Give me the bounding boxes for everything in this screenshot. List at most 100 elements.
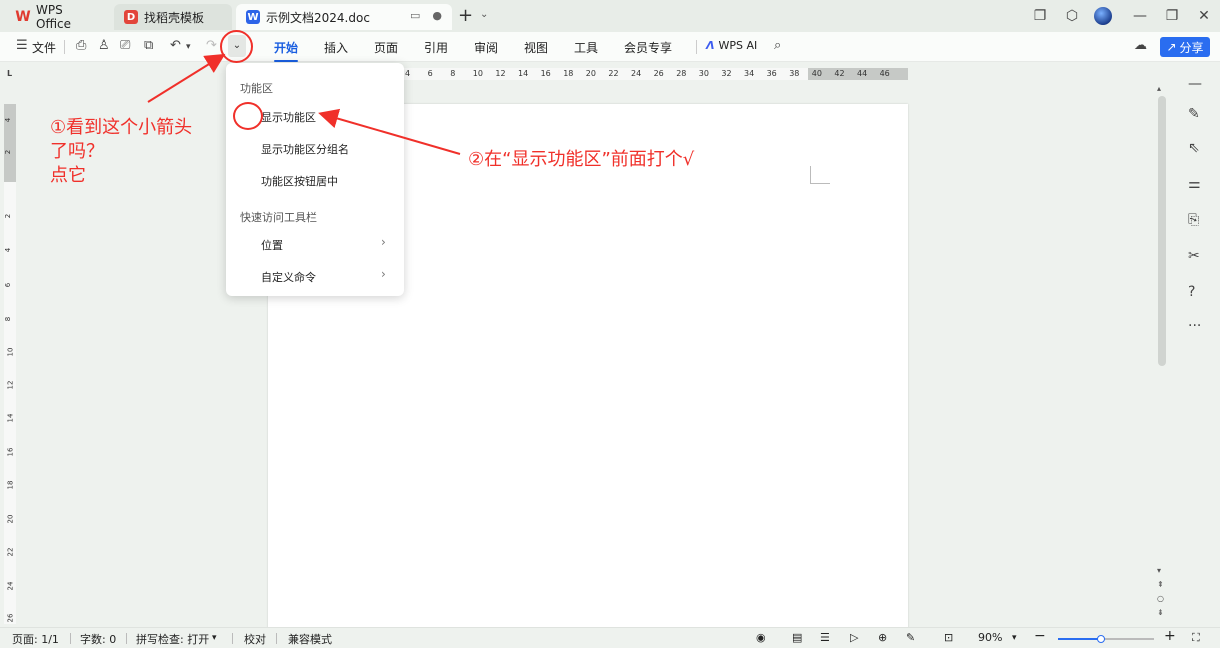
pen-icon[interactable]: ✎ [906, 631, 915, 644]
zoom-slider-knob[interactable] [1097, 635, 1105, 643]
menu-item-center-buttons[interactable]: 功能区按钮居中 [261, 173, 338, 189]
print-icon[interactable]: ⎚ [120, 38, 130, 53]
window-layout-icon[interactable]: ❐ [1024, 8, 1056, 24]
print-preview-icon[interactable]: ⧉ [144, 38, 153, 53]
ruler-tick-label: 44 [857, 69, 868, 78]
tab-insert[interactable]: 插入 [324, 39, 348, 56]
docer-logo-icon: D [124, 10, 138, 24]
ruler-tick-label: 40 [811, 69, 822, 78]
divider [64, 40, 65, 54]
annotation-circle-checkbox [233, 102, 263, 130]
tab-view[interactable]: 视图 [524, 39, 548, 56]
unsaved-dot-icon[interactable]: ● [432, 9, 442, 22]
ribbon-options-menu: 功能区 显示功能区 显示功能区分组名 功能区按钮居中 快速访问工具栏 位置 › … [226, 63, 404, 296]
wps-ai-label: WPS AI [718, 39, 758, 52]
spell-check-status[interactable]: 拼写检查: 打开 [136, 631, 209, 647]
format-painter-icon[interactable]: ♙ [98, 38, 110, 53]
annotation-note-2: ②在“显示功能区”前面打个√ [468, 149, 695, 170]
annotation-line: 点它 [50, 165, 86, 186]
tab-stop-selector[interactable]: L [7, 69, 12, 78]
ruler-tick-label: 14 [518, 69, 529, 78]
fullscreen-icon[interactable]: ⛶ [1192, 631, 1200, 645]
tab-tools[interactable]: 工具 [574, 39, 598, 56]
divider [232, 633, 233, 644]
tab-review[interactable]: 审阅 [474, 39, 498, 56]
tab-member[interactable]: 会员专享 [624, 39, 672, 56]
title-bar: W WPS Office D 找稻壳模板 W 示例文档2024.doc ▭ ● … [0, 0, 1220, 32]
new-tab-icon[interactable]: + [458, 5, 473, 26]
image-recognition-icon[interactable]: ⎘ [1188, 212, 1199, 228]
prev-page-icon[interactable]: ⇞ [1157, 580, 1164, 589]
fit-page-icon[interactable]: ⊡ [944, 631, 953, 644]
right-sidebar [1180, 62, 1220, 627]
undo-icon[interactable]: ↶ [170, 38, 181, 53]
zoom-level[interactable]: 90% [978, 631, 1002, 644]
tab-start[interactable]: 开始 [274, 39, 299, 62]
ruler-tick-label: 4 [405, 69, 411, 78]
proofread-button[interactable]: 校对 [244, 631, 266, 647]
select-cursor-icon[interactable]: ⇖ [1188, 140, 1200, 156]
tools-icon[interactable]: ✂ [1188, 248, 1200, 264]
select-browse-icon[interactable]: ○ [1157, 594, 1164, 603]
menu-item-customize[interactable]: 自定义命令 [261, 269, 316, 285]
monitor-icon[interactable]: ▭ [410, 9, 420, 22]
ruler-tick-label: 20 [6, 514, 15, 524]
collapse-icon[interactable]: — [1188, 76, 1202, 92]
eye-protection-icon[interactable]: ◉ [756, 631, 766, 644]
vertical-scrollbar[interactable] [1158, 96, 1166, 366]
ruler-tick-label: 20 [585, 69, 596, 78]
tab-page[interactable]: 页面 [374, 39, 398, 56]
word-count[interactable]: 字数: 0 [80, 631, 116, 647]
redo-icon[interactable]: ↷ [206, 38, 217, 53]
chevron-down-icon[interactable]: ⌄ [480, 9, 488, 20]
ruler-tick-label: 28 [676, 69, 687, 78]
help-icon[interactable]: ? [1188, 284, 1195, 300]
annotation-line: ①看到这个小箭头 [50, 117, 193, 138]
share-icon: ↗ [1166, 40, 1177, 54]
vertical-ruler[interactable] [4, 104, 16, 624]
cloud-icon[interactable]: ☁ [1134, 38, 1147, 53]
search-icon[interactable]: ⌕ [774, 38, 781, 53]
close-icon[interactable]: ✕ [1188, 8, 1220, 24]
ruler-tick-label: 26 [6, 613, 15, 623]
ruler-tick-label: 18 [6, 480, 15, 490]
wps-ai-button[interactable]: Λ WPS AI [706, 39, 757, 52]
menu-file[interactable]: 文件 [32, 39, 56, 56]
avatar[interactable] [1094, 7, 1112, 25]
zoom-in-icon[interactable]: + [1164, 628, 1176, 644]
menu-item-show-group-names[interactable]: 显示功能区分组名 [261, 141, 349, 157]
hamburger-icon[interactable]: ☰ [16, 38, 28, 53]
share-button[interactable]: ↗ 分享 [1160, 37, 1210, 57]
scroll-down-icon[interactable]: ▾ [1157, 566, 1161, 575]
chevron-down-icon[interactable]: ▾ [186, 42, 191, 52]
divider [70, 633, 71, 644]
pen-icon[interactable]: ✎ [1188, 106, 1200, 122]
zoom-out-icon[interactable]: − [1034, 628, 1046, 644]
ruler-tick-label: 34 [744, 69, 755, 78]
page-view-icon[interactable]: ▤ [792, 631, 802, 644]
play-icon[interactable]: ▷ [850, 631, 858, 644]
outline-view-icon[interactable]: ☰ [820, 631, 830, 644]
menu-item-position[interactable]: 位置 [261, 237, 283, 253]
menu-item-show-ribbon[interactable]: 显示功能区 [261, 109, 316, 125]
cube-icon[interactable]: ⬡ [1056, 8, 1088, 24]
minimize-icon[interactable]: — [1124, 8, 1156, 24]
ruler-tick-label: 6 [427, 69, 433, 78]
sliders-icon[interactable]: ⚌ [1188, 176, 1201, 192]
more-icon[interactable]: ··· [1188, 318, 1201, 334]
save-icon[interactable]: ⎙ [76, 38, 86, 53]
tab-document[interactable]: W 示例文档2024.doc ▭ ● [236, 4, 452, 30]
tab-references[interactable]: 引用 [424, 39, 448, 56]
page-indicator[interactable]: 页面: 1/1 [12, 631, 59, 647]
restore-icon[interactable]: ❐ [1156, 8, 1188, 24]
chevron-down-icon[interactable]: ▾ [1012, 633, 1017, 643]
ruler-tick-label: 22 [6, 547, 15, 557]
scroll-up-icon[interactable]: ▴ [1157, 84, 1161, 93]
next-page-icon[interactable]: ⇟ [1157, 608, 1164, 617]
chevron-down-icon[interactable]: ▾ [212, 633, 217, 643]
tab-wps-office[interactable]: W WPS Office [6, 3, 110, 31]
zoom-slider-fill [1058, 638, 1100, 640]
web-view-icon[interactable]: ⊕ [878, 631, 887, 644]
tab-docer-templates[interactable]: D 找稻壳模板 [114, 4, 232, 30]
menu-bar: ☰ 文件 ⎙ ♙ ⎚ ⧉ ↶ ▾ ↷ 开始 插入 页面 引用 审阅 视图 工具 … [0, 32, 1220, 62]
